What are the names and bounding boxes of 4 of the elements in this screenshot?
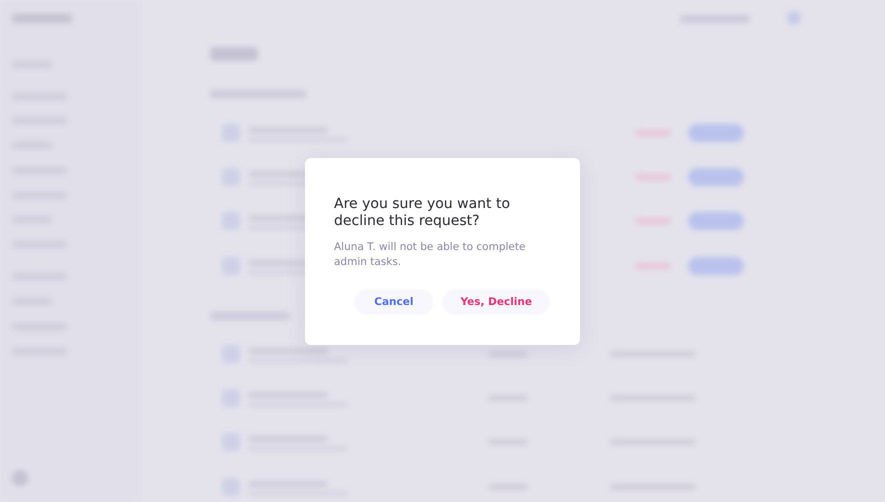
dialog-title: Are you sure you want to decline this request? <box>334 196 512 230</box>
decline-button[interactable]: Yes, Decline <box>442 288 550 314</box>
dialog-message: Aluna T. will not be able to complete admin tasks. <box>334 240 526 270</box>
cancel-button[interactable]: Cancel <box>354 288 434 314</box>
